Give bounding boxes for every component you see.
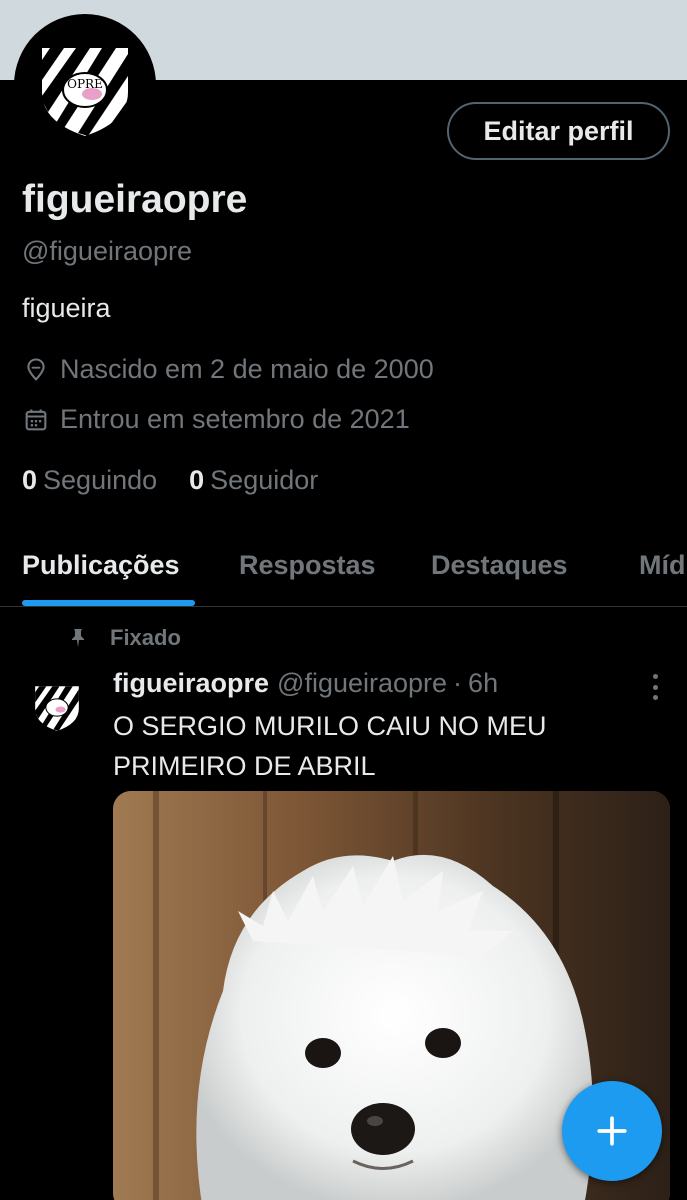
birth-date: Nascido em 2 de maio de 2000 xyxy=(22,354,434,385)
club-crest-icon: OPRE xyxy=(20,20,150,150)
calendar-icon xyxy=(25,409,47,430)
joined-date: Entrou em setembro de 2021 xyxy=(22,404,410,435)
post-text-line: O SERGIO MURILO CAIU NO MEU xyxy=(113,711,547,741)
following-link[interactable]: 0 Seguindo xyxy=(22,465,157,496)
tab-posts[interactable]: Publicações xyxy=(22,550,180,581)
post-header: figueiraopre @figueiraopre · 6h xyxy=(113,668,498,699)
followers-link[interactable]: 0 Seguidor xyxy=(189,465,318,496)
location-pin-icon xyxy=(27,357,45,381)
post-text-line: PRIMEIRO DE ABRIL xyxy=(113,751,376,781)
joined-date-text: Entrou em setembro de 2021 xyxy=(60,404,410,434)
profile-tabs: Publicações Respostas Destaques Míd xyxy=(0,530,687,607)
svg-text:OPRE: OPRE xyxy=(67,77,103,91)
tab-replies[interactable]: Respostas xyxy=(239,550,376,581)
more-vertical-icon[interactable] xyxy=(640,674,670,700)
tab-highlights[interactable]: Destaques xyxy=(431,550,568,581)
post-author-handle[interactable]: @figueiraopre xyxy=(277,668,447,699)
followers-count: 0 xyxy=(189,465,205,495)
post-text: O SERGIO MURILO CAIU NO MEU PRIMEIRO DE … xyxy=(113,706,633,786)
followers-label: Seguidor xyxy=(210,465,319,495)
display-name: figueiraopre xyxy=(22,178,248,221)
birth-date-text: Nascido em 2 de maio de 2000 xyxy=(60,354,434,384)
profile-avatar[interactable]: OPRE xyxy=(14,14,156,156)
following-count: 0 xyxy=(22,465,38,495)
pin-icon xyxy=(72,629,84,647)
pinned-label: Fixado xyxy=(66,625,181,651)
post-separator: · xyxy=(453,668,463,698)
post-author-name[interactable]: figueiraopre xyxy=(113,668,269,699)
post-timestamp[interactable]: 6h xyxy=(468,668,498,699)
profile-bio: figueira xyxy=(22,293,111,323)
user-handle: @figueiraopre xyxy=(22,236,193,266)
following-label: Seguindo xyxy=(43,465,158,495)
edit-profile-button[interactable]: Editar perfil xyxy=(447,102,670,160)
plus-icon xyxy=(597,1116,627,1146)
follow-stats: 0 Seguindo 0 Seguidor xyxy=(22,465,350,496)
compose-button[interactable] xyxy=(562,1081,662,1181)
active-tab-indicator xyxy=(22,600,195,606)
post-author-avatar[interactable] xyxy=(24,672,90,738)
tab-media[interactable]: Míd xyxy=(639,550,686,581)
pinned-text: Fixado xyxy=(110,625,181,650)
